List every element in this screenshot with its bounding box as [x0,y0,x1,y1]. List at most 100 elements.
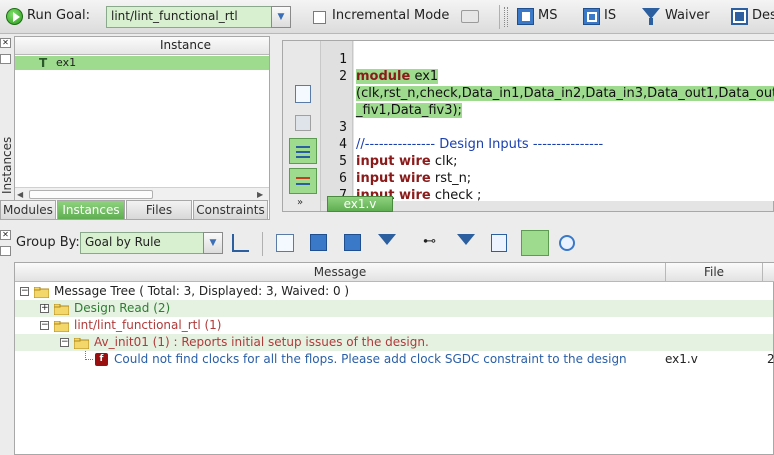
filter-icon[interactable] [378,234,396,245]
design-read-row[interactable]: + Design Read (2) [15,300,773,317]
copy-icon[interactable] [295,85,311,103]
run-goal-icon[interactable] [6,8,23,25]
tree-connector [85,351,93,360]
message-row[interactable]: f Could not find clocks for all the flop… [15,351,774,368]
code-keyword: input wire [356,171,431,186]
code-line: module ex1 [356,69,439,84]
goal-select[interactable]: lint/lint_functional_rtl [106,6,272,28]
column-file[interactable]: File [666,263,763,282]
code-comment-line: //--------------- Design Inputs --------… [356,137,604,152]
column-message[interactable]: Message [15,263,666,282]
code-text: check ; [430,188,482,201]
column-sort-icon[interactable] [491,234,507,252]
group-by-label: Group By: [16,235,80,250]
tab-files[interactable]: Files [126,200,192,220]
scroll-left-icon[interactable]: ◀ [17,190,23,199]
message-tree-root-row[interactable]: − Message Tree ( Total: 3, Displayed: 3,… [15,283,773,300]
folder-icon [53,303,70,316]
code-editor: » 1 2 3 4 5 6 7 module ex1 (clk,rst_n,ch… [282,40,774,212]
is-filter-icon[interactable] [344,234,361,251]
folder-icon [33,286,50,299]
code-keyword: input wire [356,154,431,169]
scroll-right-icon[interactable]: ▶ [257,190,263,199]
line-number: 3 [339,120,347,135]
editor-toolbar: » [283,41,321,211]
advanced-filter-icon[interactable] [457,234,475,245]
incremental-mode-checkbox[interactable] [313,11,326,24]
goal-row-label: lint/lint_functional_rtl (1) [74,318,222,332]
highlight-toggle-icon[interactable] [289,168,317,194]
ms-button[interactable]: MS [538,8,557,23]
code-text-area[interactable]: module ex1 (clk,rst_n,check,Data_in1,Dat… [354,41,774,201]
horizontal-scrollbar[interactable]: ◀ ▶ [15,187,269,201]
line-numbers-toggle-icon[interactable] [289,138,317,164]
code-text: clk; [430,154,458,169]
message-tree-table: Message File − Message Tree ( Total: 3, … [14,262,774,455]
design-button[interactable]: Des [752,8,774,23]
rule-row-label: Av_init01 (1) : Reports initial setup is… [94,335,429,349]
instance-type-icon: T [39,56,48,70]
line-number: 4 [339,137,347,152]
list-view-icon[interactable] [276,234,294,252]
ms-icon[interactable] [517,8,534,25]
refresh-icon[interactable] [559,235,575,251]
instances-side-label: Instances [0,136,14,194]
open-folder-icon[interactable] [461,10,479,23]
is-button[interactable]: IS [604,8,616,23]
main-toolbar: Run Goal: lint/lint_functional_rtl ▼ Inc… [0,0,774,34]
waiver-button[interactable]: Waiver [665,8,710,23]
run-goal-label[interactable]: Run Goal: [27,8,90,23]
highlight-messages-icon[interactable] [521,230,549,256]
collapse-icon[interactable]: − [60,338,69,347]
line-number: 1 [339,52,347,67]
tree-view-icon[interactable] [232,234,249,252]
file-tab[interactable]: ex1.v [327,196,393,212]
tab-instances[interactable]: Instances [57,200,125,220]
instance-row-label: ex1 [56,56,77,69]
fatal-severity-icon: f [95,353,108,366]
message-tree-root-label: Message Tree ( Total: 3, Displayed: 3, W… [54,284,350,298]
save-icon[interactable] [295,115,311,131]
restore-messages-icon[interactable] [0,246,11,256]
collapse-icon[interactable]: − [40,321,49,330]
message-file[interactable]: ex1.v [665,351,698,368]
collapse-icon[interactable]: − [20,287,29,296]
code-keyword: module [356,69,411,84]
goal-dropdown-button[interactable]: ▼ [271,6,291,28]
toolbar-separator [499,5,500,29]
is-icon[interactable] [583,8,600,25]
group-by-toolbar: Group By: Goal by Rule ▼ ⊷ [14,228,774,260]
find-binoculars-icon[interactable]: ⊷ [423,234,441,250]
code-text: rst_n; [430,171,472,186]
restore-panel-icon[interactable] [0,54,11,64]
waiver-filter-icon-stem [649,18,653,25]
close-panel-icon[interactable]: ✕ [0,38,11,48]
incremental-mode-label[interactable]: Incremental Mode [332,8,449,23]
expand-more-icon[interactable]: » [297,197,303,208]
design-read-label: Design Read (2) [74,301,171,315]
expand-icon[interactable]: + [40,304,49,313]
rule-row[interactable]: − Av_init01 (1) : Reports initial setup … [15,334,773,351]
line-number: 2 [339,69,347,84]
goal-row[interactable]: − lint/lint_functional_rtl (1) [15,317,773,334]
tab-modules[interactable]: Modules [0,200,56,220]
message-text: Could not find clocks for all the flops.… [114,352,627,366]
instance-column-header[interactable]: Instance [15,37,269,55]
group-by-select[interactable]: Goal by Rule [80,232,204,254]
message-table-header: Message File [15,263,774,282]
tab-constraints[interactable]: Constraints [193,200,268,220]
left-panel-tabs: Modules Instances Files Constraints [0,200,270,220]
code-text: ex1 [410,69,439,84]
ms-filter-icon[interactable] [310,234,327,251]
code-line: input wire clk; [356,154,458,169]
scrollbar-thumb[interactable] [29,190,153,199]
message-line: 2 [767,352,774,366]
close-messages-icon[interactable]: ✕ [0,230,11,240]
toolbar-separator [262,232,263,256]
design-icon[interactable] [731,8,748,25]
code-line: (clk,rst_n,check,Data_in1,Data_in2,Data_… [356,86,774,101]
instance-row[interactable]: T ex1 [15,56,269,70]
folder-icon [53,320,70,333]
instance-panel: Instance T ex1 ◀ ▶ [14,36,270,220]
group-by-dropdown-button[interactable]: ▼ [203,232,223,254]
